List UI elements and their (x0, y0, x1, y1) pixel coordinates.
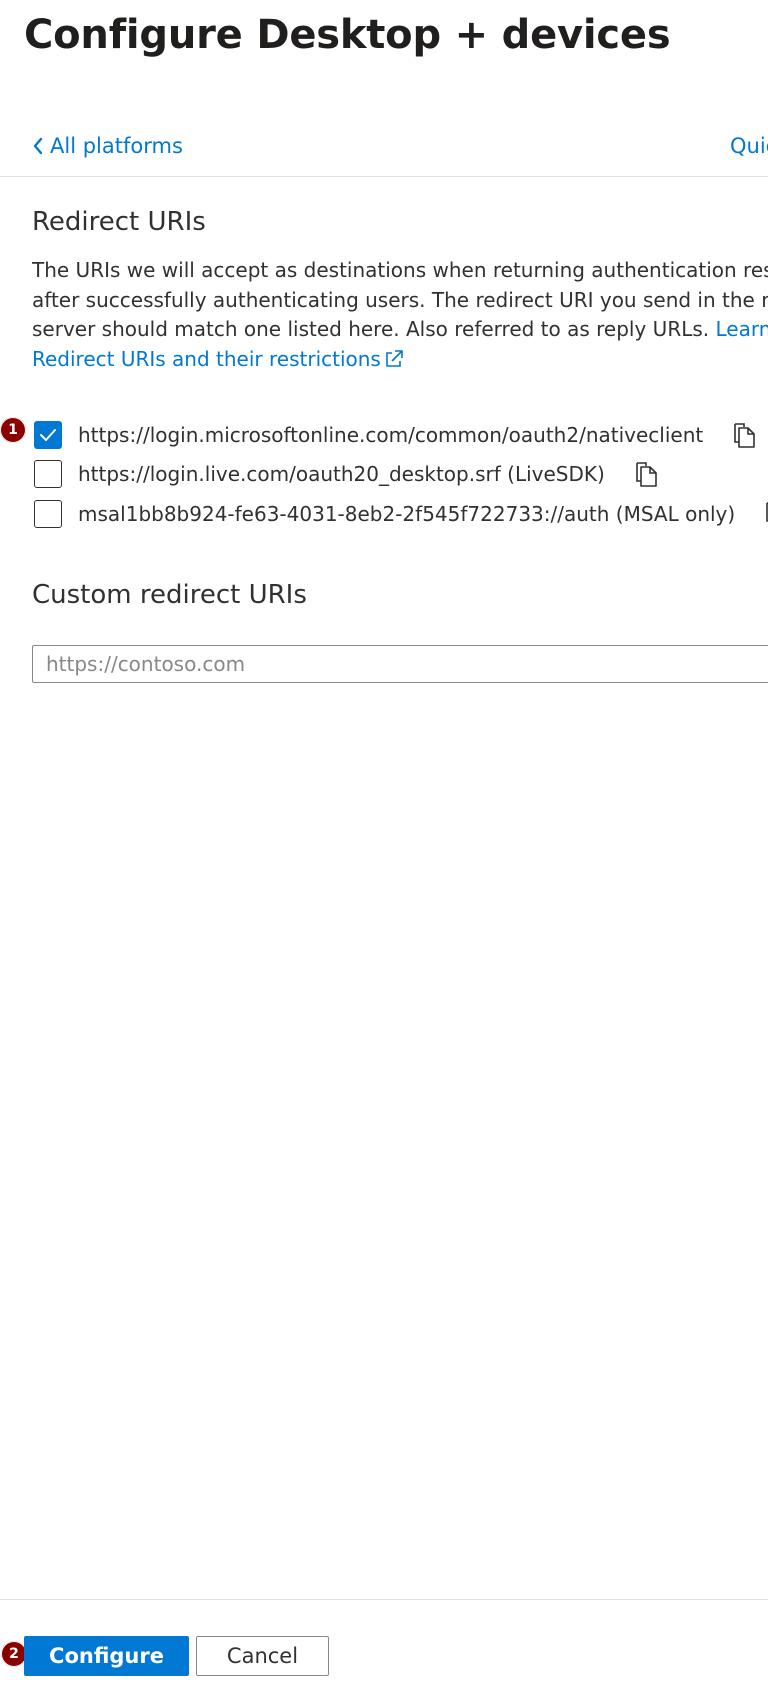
footer-divider (0, 1599, 768, 1600)
copy-icon[interactable] (633, 460, 659, 488)
redirect-uri-label: msal1bb8b924-fe63-4031-8eb2-2f545f722733… (78, 502, 736, 526)
redirect-uri-option-msal: msal1bb8b924-fe63-4031-8eb2-2f545f722733… (34, 499, 768, 529)
cancel-button[interactable]: Cancel (196, 1636, 329, 1676)
copy-icon[interactable] (763, 500, 768, 528)
chevron-left-icon (33, 137, 43, 155)
description-line: after successfully authenticating users.… (32, 287, 768, 312)
custom-redirect-uri-input[interactable] (32, 645, 768, 683)
livesdk-checkbox[interactable] (34, 460, 62, 488)
msal-checkbox[interactable] (34, 500, 62, 528)
redirect-restrictions-label: Redirect URIs and their restrictions (32, 346, 381, 371)
nativeclient-checkbox[interactable] (34, 421, 62, 449)
all-platforms-link[interactable]: All platforms (32, 134, 183, 158)
redirect-restrictions-link[interactable]: Redirect URIs and their restrictions (32, 347, 405, 371)
redirect-uri-option-nativeclient: https://login.microsoftonline.com/common… (34, 420, 757, 450)
quickstart-link[interactable]: Quic (730, 134, 768, 158)
description-line: The URIs we will accept as destinations … (32, 258, 768, 282)
redirect-uris-heading: Redirect URIs (32, 207, 206, 237)
description-line: server should match one listed here. Als… (32, 315, 768, 345)
redirect-uris-description: The URIs we will accept as destinations … (32, 256, 768, 374)
redirect-uri-label: https://login.microsoftonline.com/common… (78, 423, 704, 447)
copy-icon[interactable] (731, 421, 757, 449)
description-line: Redirect URIs and their restrictions (32, 345, 768, 375)
page-title: Configure Desktop + devices (24, 12, 671, 58)
description-line-text: server should match one listed here. Als… (32, 317, 716, 341)
learn-more-link[interactable]: Learn mor (716, 317, 768, 341)
all-platforms-label: All platforms (50, 134, 183, 158)
redirect-uri-option-livesdk: https://login.live.com/oauth20_desktop.s… (34, 459, 659, 489)
custom-redirect-uris-heading: Custom redirect URIs (32, 580, 307, 610)
redirect-uri-label: https://login.live.com/oauth20_desktop.s… (78, 462, 605, 486)
nav-bar: All platforms Quic (0, 120, 768, 177)
external-link-icon (386, 349, 403, 367)
checkmark-icon (40, 429, 56, 441)
configure-button[interactable]: Configure (24, 1636, 189, 1676)
step-1-callout: 1 (0, 417, 26, 443)
